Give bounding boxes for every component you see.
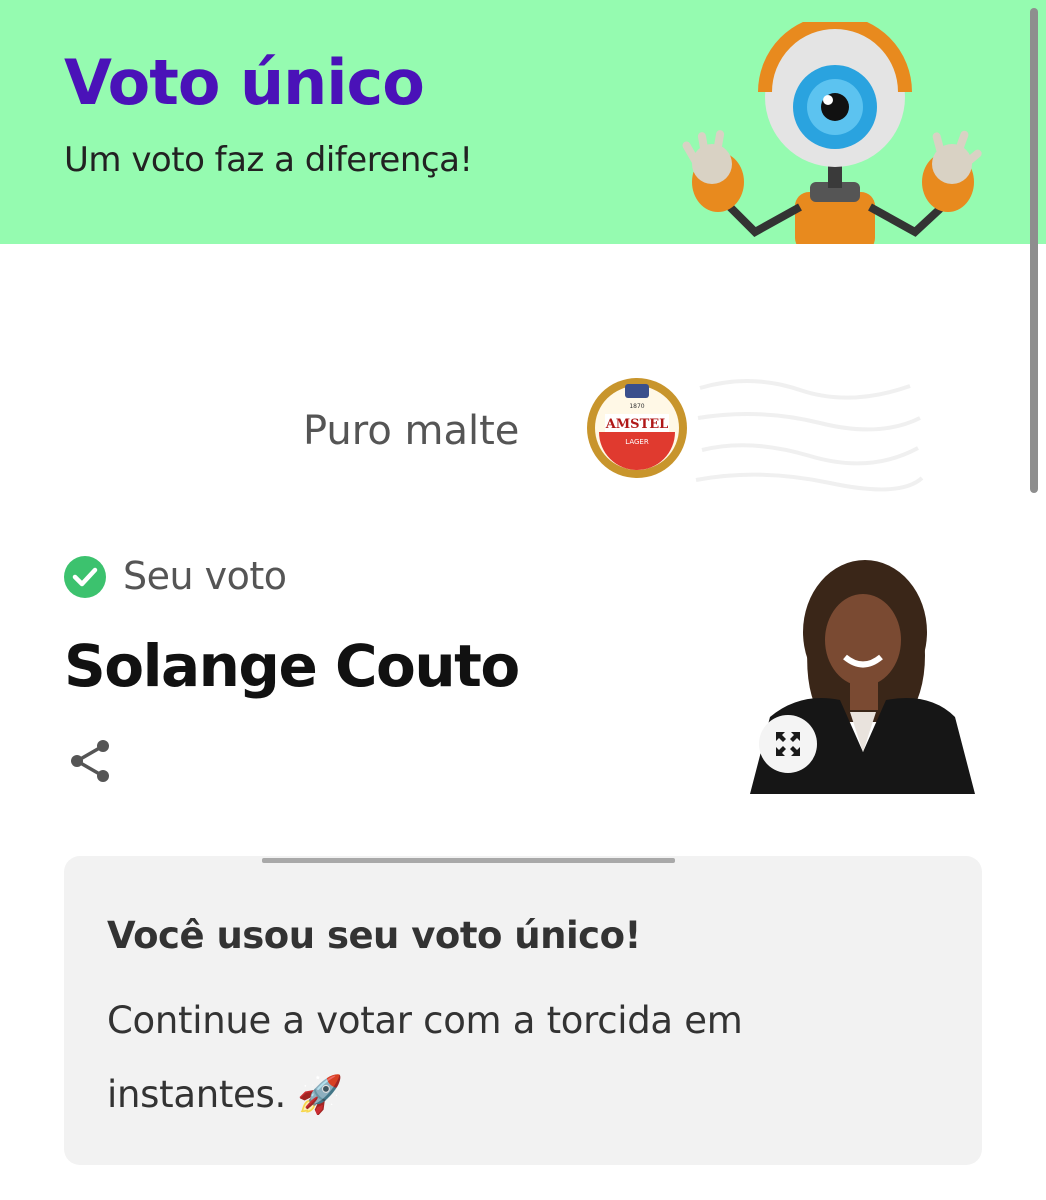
logo-year-text: 1870 bbox=[629, 403, 644, 410]
check-circle-icon bbox=[64, 556, 106, 598]
card-title: Você usou seu voto único! bbox=[107, 914, 641, 957]
amstel-logo: AMSTEL LAGER 1870 bbox=[587, 378, 687, 478]
big-brother-eye-mascot-icon bbox=[682, 22, 982, 244]
card-drag-handle[interactable] bbox=[262, 858, 675, 863]
expand-icon bbox=[776, 732, 800, 756]
expand-button[interactable] bbox=[759, 715, 817, 773]
message-card: Você usou seu voto único! Continue a vot… bbox=[64, 856, 982, 1165]
header-banner: Voto único Um voto faz a diferença! bbox=[0, 0, 1046, 244]
share-icon[interactable] bbox=[68, 738, 114, 784]
card-body: Continue a votar com a torcida em instan… bbox=[107, 999, 743, 1116]
candidate-name: Solange Couto bbox=[64, 632, 520, 700]
page-subtitle: Um voto faz a diferença! bbox=[64, 140, 473, 180]
page-title: Voto único bbox=[64, 46, 425, 119]
sponsor-text: Puro malte bbox=[303, 408, 520, 454]
logo-sub-text: LAGER bbox=[625, 438, 649, 446]
logo-brand-text: AMSTEL bbox=[605, 417, 669, 432]
vote-label: Seu voto bbox=[123, 554, 287, 598]
vote-section: Seu voto Solange Couto bbox=[0, 540, 1046, 810]
sponsor-watermark bbox=[695, 378, 924, 492]
sponsor-row: Puro malte AMSTEL LAGER 1870 bbox=[0, 360, 1046, 510]
